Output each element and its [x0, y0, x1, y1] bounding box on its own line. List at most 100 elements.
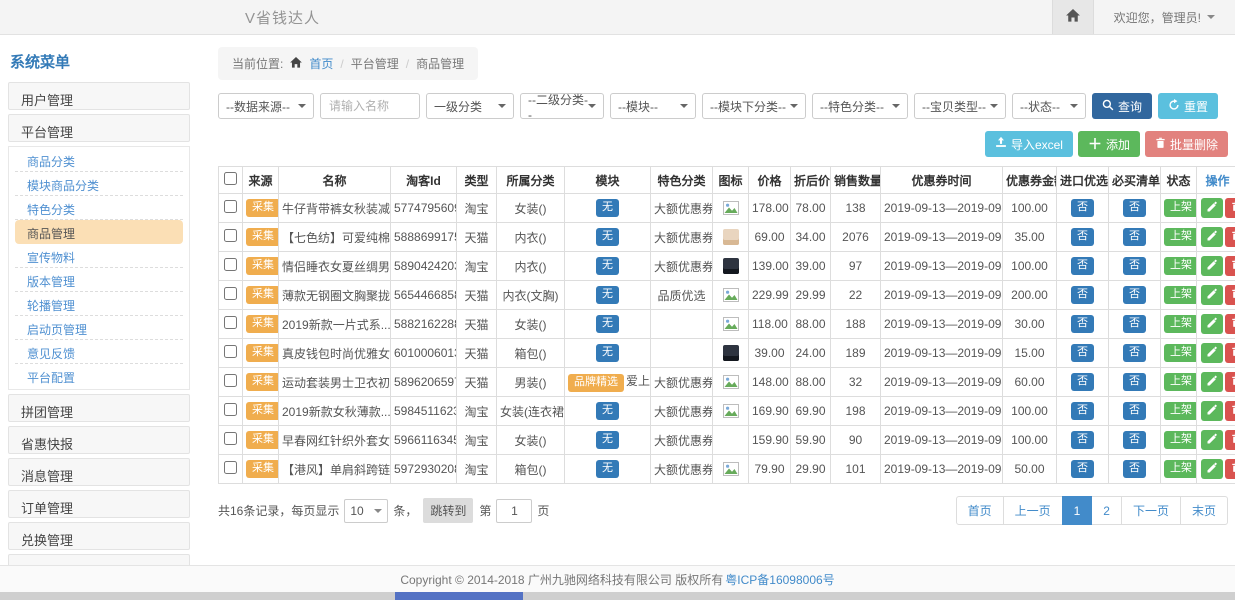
sidebar-item[interactable]: 启动页管理 — [15, 316, 183, 340]
delete-button[interactable] — [1225, 198, 1235, 218]
bottom-scrollbar[interactable] — [0, 592, 1235, 600]
toggle-badge[interactable]: 否 — [1123, 460, 1146, 478]
filter-select[interactable]: --模块-- — [610, 93, 696, 119]
edit-button[interactable] — [1201, 256, 1223, 276]
toggle-badge[interactable]: 否 — [1071, 199, 1094, 217]
row-checkbox[interactable] — [224, 461, 237, 474]
delete-button[interactable] — [1225, 314, 1235, 334]
sidebar-item[interactable]: 商品分类 — [15, 148, 183, 172]
row-checkbox[interactable] — [224, 287, 237, 300]
edit-button[interactable] — [1201, 314, 1223, 334]
filter-select[interactable]: --数据来源-- — [218, 93, 314, 119]
toggle-badge[interactable]: 否 — [1123, 315, 1146, 333]
page-button[interactable]: 下一页 — [1121, 496, 1181, 525]
page-button[interactable]: 末页 — [1180, 496, 1228, 525]
toggle-badge[interactable]: 否 — [1071, 460, 1094, 478]
toggle-badge[interactable]: 否 — [1123, 199, 1146, 217]
toggle-badge[interactable]: 否 — [1071, 315, 1094, 333]
filter-select[interactable]: --二级分类-- — [520, 93, 604, 119]
toggle-badge[interactable]: 否 — [1123, 344, 1146, 362]
toggle-badge[interactable]: 否 — [1071, 286, 1094, 304]
page-button[interactable]: 上一页 — [1003, 496, 1063, 525]
page-button[interactable]: 首页 — [956, 496, 1004, 525]
edit-button[interactable] — [1201, 343, 1223, 363]
sidebar-item[interactable]: 平台配置 — [15, 364, 183, 388]
edit-button[interactable] — [1201, 198, 1223, 218]
jump-button[interactable]: 跳转到 — [423, 498, 473, 523]
sidebar-group[interactable]: 订单管理 — [8, 490, 190, 518]
toggle-badge[interactable]: 否 — [1071, 431, 1094, 449]
sidebar-item[interactable]: 商品管理 — [15, 220, 183, 244]
image-placeholder-icon — [716, 288, 745, 302]
filter-select[interactable]: --模块下分类-- — [702, 93, 806, 119]
toggle-badge[interactable]: 否 — [1071, 228, 1094, 246]
row-checkbox[interactable] — [224, 258, 237, 271]
sidebar-group[interactable]: 省惠快报 — [8, 426, 190, 454]
select-all-checkbox[interactable] — [224, 172, 237, 185]
name-search-input[interactable] — [320, 93, 420, 119]
sidebar-group[interactable]: 兑换管理 — [8, 522, 190, 550]
delete-button[interactable] — [1225, 256, 1235, 276]
sidebar-item[interactable]: 特色分类 — [15, 196, 183, 220]
user-menu[interactable]: 欢迎您，管理员! — [1094, 0, 1235, 34]
import-excel-button[interactable]: 导入excel — [985, 131, 1073, 157]
row-checkbox[interactable] — [224, 432, 237, 445]
home-shortcut-button[interactable] — [1052, 0, 1094, 34]
row-checkbox[interactable] — [224, 374, 237, 387]
delete-button[interactable] — [1225, 430, 1235, 450]
search-button[interactable]: 查询 — [1092, 93, 1152, 119]
delete-button[interactable] — [1225, 227, 1235, 247]
delete-button[interactable] — [1225, 459, 1235, 479]
row-checkbox[interactable] — [224, 345, 237, 358]
edit-button[interactable] — [1201, 372, 1223, 392]
reset-button[interactable]: 重置 — [1158, 93, 1218, 119]
page-button[interactable]: 2 — [1091, 496, 1122, 525]
filter-select[interactable]: --状态-- — [1012, 93, 1086, 119]
toggle-badge[interactable]: 否 — [1071, 373, 1094, 391]
batch-delete-button[interactable]: 批量删除 — [1145, 131, 1228, 157]
filter-select[interactable]: --特色分类-- — [812, 93, 908, 119]
delete-button[interactable] — [1225, 285, 1235, 305]
discount-price-cell: 29.99 — [791, 281, 831, 310]
delete-button[interactable] — [1225, 372, 1235, 392]
row-checkbox[interactable] — [224, 200, 237, 213]
edit-button[interactable] — [1201, 227, 1223, 247]
sidebar-item[interactable]: 版本管理 — [15, 268, 183, 292]
toggle-badge[interactable]: 否 — [1071, 344, 1094, 362]
row-checkbox[interactable] — [224, 229, 237, 242]
toggle-badge[interactable]: 否 — [1123, 431, 1146, 449]
scrollbar-thumb[interactable] — [395, 592, 523, 600]
toggle-badge[interactable]: 否 — [1123, 286, 1146, 304]
sidebar-group[interactable]: 拼团管理 — [8, 394, 190, 422]
sidebar-item[interactable]: 轮播管理 — [15, 292, 183, 316]
filter-select[interactable]: --宝贝类型-- — [914, 93, 1006, 119]
breadcrumb-link-home[interactable]: 首页 — [309, 55, 333, 72]
toggle-badge[interactable]: 否 — [1123, 402, 1146, 420]
edit-button[interactable] — [1201, 459, 1223, 479]
sidebar-group[interactable]: 消息管理 — [8, 458, 190, 486]
toggle-badge[interactable]: 否 — [1071, 402, 1094, 420]
add-button[interactable]: ＋ 添加 — [1078, 131, 1140, 157]
icp-link[interactable]: 粤ICP备16098006号 — [725, 571, 834, 588]
sidebar-group[interactable]: 平台管理 — [8, 114, 190, 142]
edit-button[interactable] — [1201, 401, 1223, 421]
sidebar-item[interactable]: 意见反馈 — [15, 340, 183, 364]
page-button[interactable]: 1 — [1062, 496, 1093, 525]
edit-button[interactable] — [1201, 430, 1223, 450]
delete-button[interactable] — [1225, 343, 1235, 363]
sidebar-item[interactable]: 模块商品分类 — [15, 172, 183, 196]
delete-button[interactable] — [1225, 401, 1235, 421]
sidebar-item[interactable]: 宣传物料 — [15, 244, 183, 268]
toggle-badge[interactable]: 否 — [1123, 257, 1146, 275]
sidebar-group[interactable]: 统计管理 — [8, 554, 190, 565]
filter-select[interactable]: 一级分类 — [426, 93, 514, 119]
sidebar-group[interactable]: 用户管理 — [8, 82, 190, 110]
toggle-badge[interactable]: 否 — [1123, 228, 1146, 246]
per-page-select[interactable]: 10 — [344, 499, 388, 523]
row-checkbox[interactable] — [224, 403, 237, 416]
toggle-badge[interactable]: 否 — [1123, 373, 1146, 391]
page-number-input[interactable] — [496, 499, 532, 523]
toggle-badge[interactable]: 否 — [1071, 257, 1094, 275]
edit-button[interactable] — [1201, 285, 1223, 305]
row-checkbox[interactable] — [224, 316, 237, 329]
